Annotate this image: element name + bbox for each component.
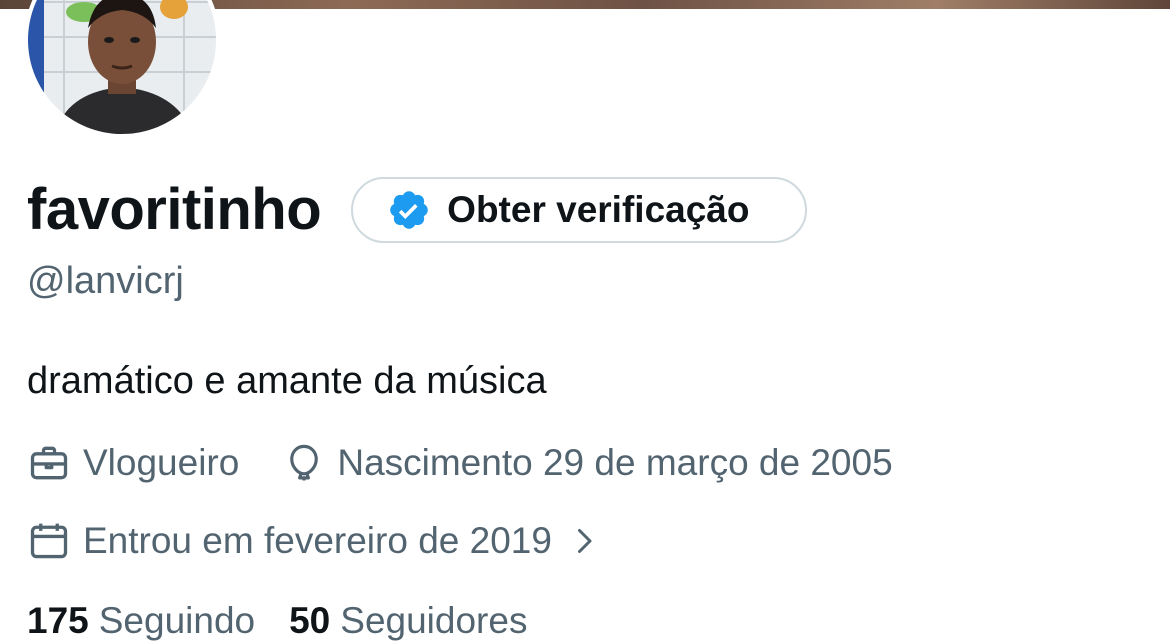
- verified-badge-icon: [390, 191, 428, 229]
- chevron-right-icon: [577, 529, 592, 553]
- profile-avatar[interactable]: [24, 0, 220, 138]
- following-count: 175: [27, 600, 89, 641]
- birth-text: Nascimento 29 de março de 2005: [337, 442, 893, 483]
- joined-text: Entrou em fevereiro de 2019: [83, 520, 552, 561]
- get-verified-label: Obter verificação: [447, 189, 750, 230]
- briefcase-icon: [30, 446, 68, 480]
- birth-item: Nascimento 29 de março de 2005: [283, 441, 893, 485]
- profile-joined-row[interactable]: Entrou em fevereiro de 2019: [27, 519, 602, 563]
- followers-link[interactable]: 50 Seguidores: [289, 600, 527, 642]
- profession-item: Vlogueiro: [27, 441, 239, 485]
- following-label: Seguindo: [98, 600, 256, 641]
- joined-item[interactable]: Entrou em fevereiro de 2019: [27, 519, 602, 563]
- get-verified-button[interactable]: Obter verificação: [351, 177, 808, 243]
- follow-stats: 175 Seguindo 50 Seguidores: [27, 600, 527, 642]
- profile-meta-row: Vlogueiro Nascimento 29 de março de 2005: [27, 441, 893, 485]
- balloon-icon: [290, 444, 319, 481]
- profile-bio: dramático e amante da música: [27, 360, 547, 402]
- profession-text: Vlogueiro: [83, 442, 240, 483]
- name-row: favoritinho Obter verificação: [27, 170, 808, 250]
- followers-count: 50: [289, 600, 331, 641]
- followers-label: Seguidores: [340, 600, 528, 641]
- calendar-icon: [30, 523, 68, 559]
- avatar-photo: [24, 0, 220, 138]
- following-link[interactable]: 175 Seguindo: [27, 600, 255, 642]
- display-name: favoritinho: [27, 177, 322, 242]
- user-handle: @lanvicrj: [27, 260, 184, 302]
